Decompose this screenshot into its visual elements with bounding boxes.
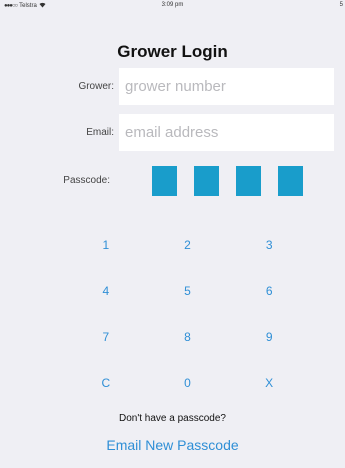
email-label: Email: [86, 127, 114, 138]
passcode-digit-box [278, 166, 303, 196]
key-delete[interactable]: X [228, 360, 310, 406]
key-8[interactable]: 8 [147, 314, 229, 360]
key-9[interactable]: 9 [228, 314, 310, 360]
keypad: 1 2 3 4 5 6 7 8 9 C 0 X [65, 222, 310, 406]
passcode-digit-box [194, 166, 219, 196]
status-time: 3:09 pm [161, 2, 184, 8]
email-new-passcode-link[interactable]: Email New Passcode [0, 437, 345, 453]
key-7[interactable]: 7 [65, 314, 147, 360]
key-clear[interactable]: C [65, 360, 147, 406]
no-passcode-prompt: Don't have a passcode? [119, 413, 226, 424]
grower-number-input[interactable] [119, 68, 334, 105]
passcode-digit-box [152, 166, 177, 196]
status-right: 5 [339, 2, 343, 8]
passcode-boxes [152, 166, 303, 196]
key-4[interactable]: 4 [65, 268, 147, 314]
passcode-digit-box [236, 166, 261, 196]
key-6[interactable]: 6 [228, 268, 310, 314]
grower-label: Grower: [78, 81, 114, 92]
key-2[interactable]: 2 [147, 222, 229, 268]
passcode-label: Passcode: [63, 175, 110, 186]
status-bar: ●●●○○ Telstra 3:09 pm 5 [0, 0, 345, 12]
key-0[interactable]: 0 [147, 360, 229, 406]
page-title: Grower Login [117, 42, 228, 61]
email-address-input[interactable] [119, 114, 334, 151]
key-3[interactable]: 3 [228, 222, 310, 268]
key-5[interactable]: 5 [147, 268, 229, 314]
key-1[interactable]: 1 [65, 222, 147, 268]
